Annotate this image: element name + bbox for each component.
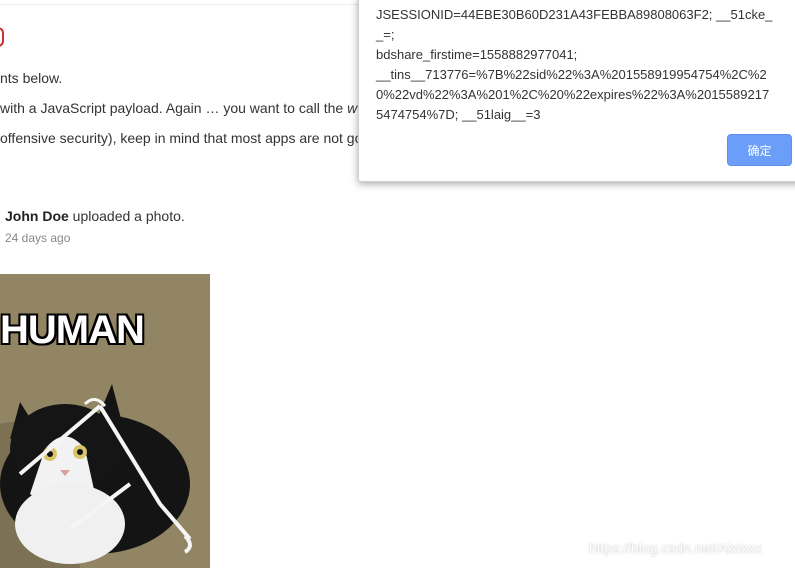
page: nts below. with a JavaScript payload. Ag… bbox=[0, 0, 795, 568]
feed-timestamp: 24 days ago bbox=[5, 231, 71, 245]
article-line-2-italic: w bbox=[347, 100, 358, 116]
ok-button[interactable]: 确定 bbox=[727, 134, 792, 166]
alert-dialog: JSESSIONID=44EBE30B60D231A43FEBBA8980806… bbox=[358, 0, 795, 182]
article-line-2-text: with a JavaScript payload. Again … you w… bbox=[0, 100, 348, 116]
feed-action: uploaded a photo. bbox=[68, 208, 185, 224]
heading-fragment-icon bbox=[0, 27, 4, 47]
alert-message: JSESSIONID=44EBE30B60D231A43FEBBA8980806… bbox=[376, 7, 773, 122]
article-line-3: offensive security), keep in mind that m… bbox=[0, 130, 363, 146]
article-line-2: with a JavaScript payload. Again … you w… bbox=[0, 100, 357, 116]
article-line-1: nts below. bbox=[0, 70, 63, 86]
photo-caption: HUMAN bbox=[0, 308, 145, 352]
watermark: https://blog.csdn.net/Aixixxx bbox=[589, 540, 762, 556]
uploaded-photo[interactable]: HUMAN bbox=[0, 274, 210, 568]
feed-entry: John Doe uploaded a photo. bbox=[5, 208, 185, 224]
feed-user-name[interactable]: John Doe bbox=[5, 208, 69, 224]
